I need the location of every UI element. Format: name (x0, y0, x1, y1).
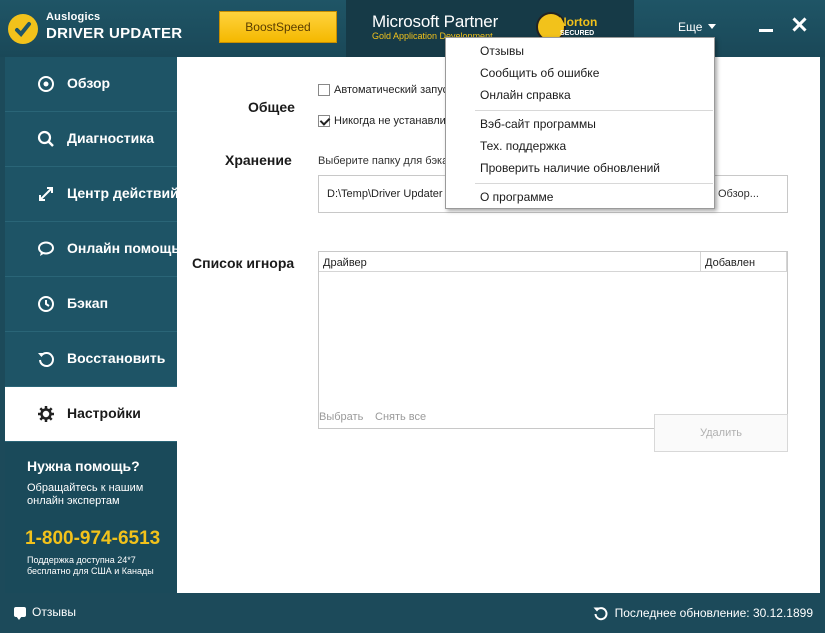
ignore-list-label: Список игнора (192, 255, 295, 271)
refresh-icon (593, 607, 608, 621)
sidebar-item-label: Обзор (67, 75, 111, 91)
norton-secured: SECURED (560, 30, 595, 37)
auto-start-checkbox[interactable] (318, 84, 330, 96)
backup-icon (38, 296, 54, 312)
menu-divider (475, 110, 713, 111)
column-header-added[interactable]: Добавлен (701, 252, 787, 272)
sidebar-item-diagnostics[interactable]: Диагностика (5, 112, 177, 167)
microsoft-partner-title: Microsoft Partner (372, 12, 499, 31)
boostspeed-button[interactable]: BoostSpeed (219, 11, 337, 43)
more-menu-button[interactable]: Еще (678, 20, 717, 34)
menu-item-check-updates[interactable]: Проверить наличие обновлений (447, 157, 713, 179)
storage-section-label: Хранение (225, 152, 292, 168)
sidebar: Обзор Диагностика Центр действий Онлайн … (5, 57, 181, 593)
sidebar-item-label: Центр действий (67, 185, 179, 201)
sidebar-item-label: Восстановить (67, 350, 166, 366)
more-menu-label: Еще (678, 20, 703, 34)
menu-divider (475, 183, 713, 184)
help-box: Нужна помощь? Обращайтесь к нашим онлайн… (5, 442, 177, 593)
menu-item-online-help[interactable]: Онлайн справка (447, 84, 713, 106)
sidebar-item-label: Онлайн помощь (67, 240, 180, 256)
menu-item-feedback[interactable]: Отзывы (447, 40, 713, 62)
sidebar-item-label: Бэкап (67, 295, 109, 311)
sidebar-item-label: Диагностика (67, 130, 155, 146)
app-name: DRIVER UPDATER (46, 25, 183, 42)
storage-hint: Выберите папку для бэкапа (318, 155, 461, 167)
help-note: Поддержка доступна 24*7 бесплатно для СШ… (27, 555, 154, 576)
sidebar-item-label: Настройки (67, 405, 141, 421)
general-section-label: Общее (248, 99, 295, 115)
action-center-icon (39, 187, 53, 201)
restore-icon (38, 352, 54, 367)
chevron-down-icon (708, 24, 717, 29)
delete-button[interactable]: Удалить (654, 414, 788, 452)
sidebar-item-overview[interactable]: Обзор (5, 57, 177, 112)
sidebar-item-online-help[interactable]: Онлайн помощь (5, 222, 180, 277)
sidebar-item-settings[interactable]: Настройки (5, 387, 181, 442)
sidebar-item-backup[interactable]: Бэкап (5, 277, 177, 332)
menu-item-report-bug[interactable]: Сообщить об ошибке (447, 62, 713, 84)
feedback-link[interactable]: Отзывы (14, 605, 76, 620)
deselect-all-button[interactable]: Снять все (375, 411, 426, 423)
gear-icon (38, 406, 54, 422)
help-subtitle: Обращайтесь к нашим онлайн экспертам (27, 482, 144, 507)
sidebar-item-restore[interactable]: Восстановить (5, 332, 177, 387)
column-header-driver[interactable]: Драйвер (319, 252, 701, 272)
help-title: Нужна помощь? (27, 458, 140, 474)
norton-name: Norton (558, 15, 598, 29)
last-update-text: Последнее обновление: 30.12.1899 (614, 606, 813, 620)
menu-item-about[interactable]: О программе (447, 186, 713, 208)
help-phone: 1-800-974-6513 (25, 528, 161, 549)
menu-item-support[interactable]: Тех. поддержка (447, 135, 713, 157)
ignore-list-table[interactable]: Драйвер Добавлен (318, 251, 788, 429)
overview-icon (38, 76, 54, 92)
auto-start-option[interactable]: Автоматический запуск (318, 84, 453, 96)
chat-icon (38, 241, 54, 256)
never-install-checkbox[interactable] (318, 115, 330, 127)
feedback-label: Отзывы (32, 605, 76, 619)
browse-button[interactable]: Обзор... (712, 175, 788, 213)
speech-bubble-icon (14, 607, 26, 620)
auto-start-label: Автоматический запуск (334, 84, 453, 96)
more-dropdown-menu: Отзывы Сообщить об ошибке Онлайн справка… (445, 37, 715, 209)
minimize-button[interactable] (753, 12, 779, 38)
menu-item-website[interactable]: Вэб-сайт программы (447, 113, 713, 135)
app-logo-icon (8, 14, 38, 44)
status-bar: Отзывы Последнее обновление: 30.12.1899 (0, 593, 825, 633)
search-icon (37, 130, 54, 147)
close-button[interactable] (786, 12, 812, 38)
select-button[interactable]: Выбрать (319, 411, 363, 423)
app-brand: Auslogics (46, 11, 101, 23)
sidebar-item-action-center[interactable]: Центр действий (5, 167, 179, 222)
last-update-status: Последнее обновление: 30.12.1899 (593, 605, 813, 621)
